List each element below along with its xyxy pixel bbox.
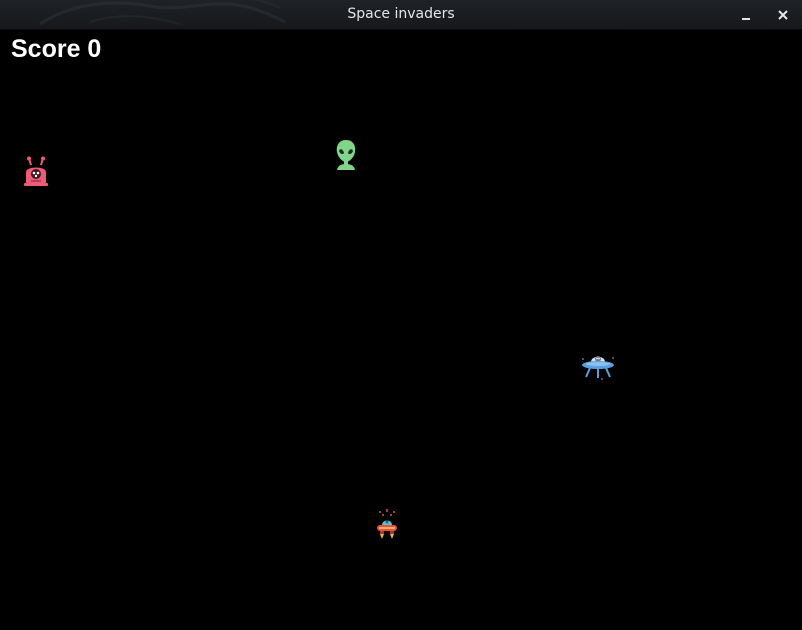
green-alien-head-enemy-icon: [336, 140, 356, 170]
game-window: Space invaders Score 0: [0, 0, 802, 630]
close-button[interactable]: [772, 4, 794, 26]
window-title: Space invaders: [347, 6, 455, 22]
window-titlebar[interactable]: Space invaders: [0, 0, 802, 30]
blue-ufo-enemy-icon: [582, 356, 614, 380]
minimize-icon: [742, 18, 750, 20]
player-spaceship-icon: [377, 509, 397, 539]
game-canvas[interactable]: Score 0: [0, 30, 802, 630]
pink-alien-enemy-icon: [24, 156, 48, 186]
minimize-button[interactable]: [735, 4, 757, 26]
close-icon: [778, 10, 788, 20]
score-label: Score 0: [11, 35, 102, 63]
